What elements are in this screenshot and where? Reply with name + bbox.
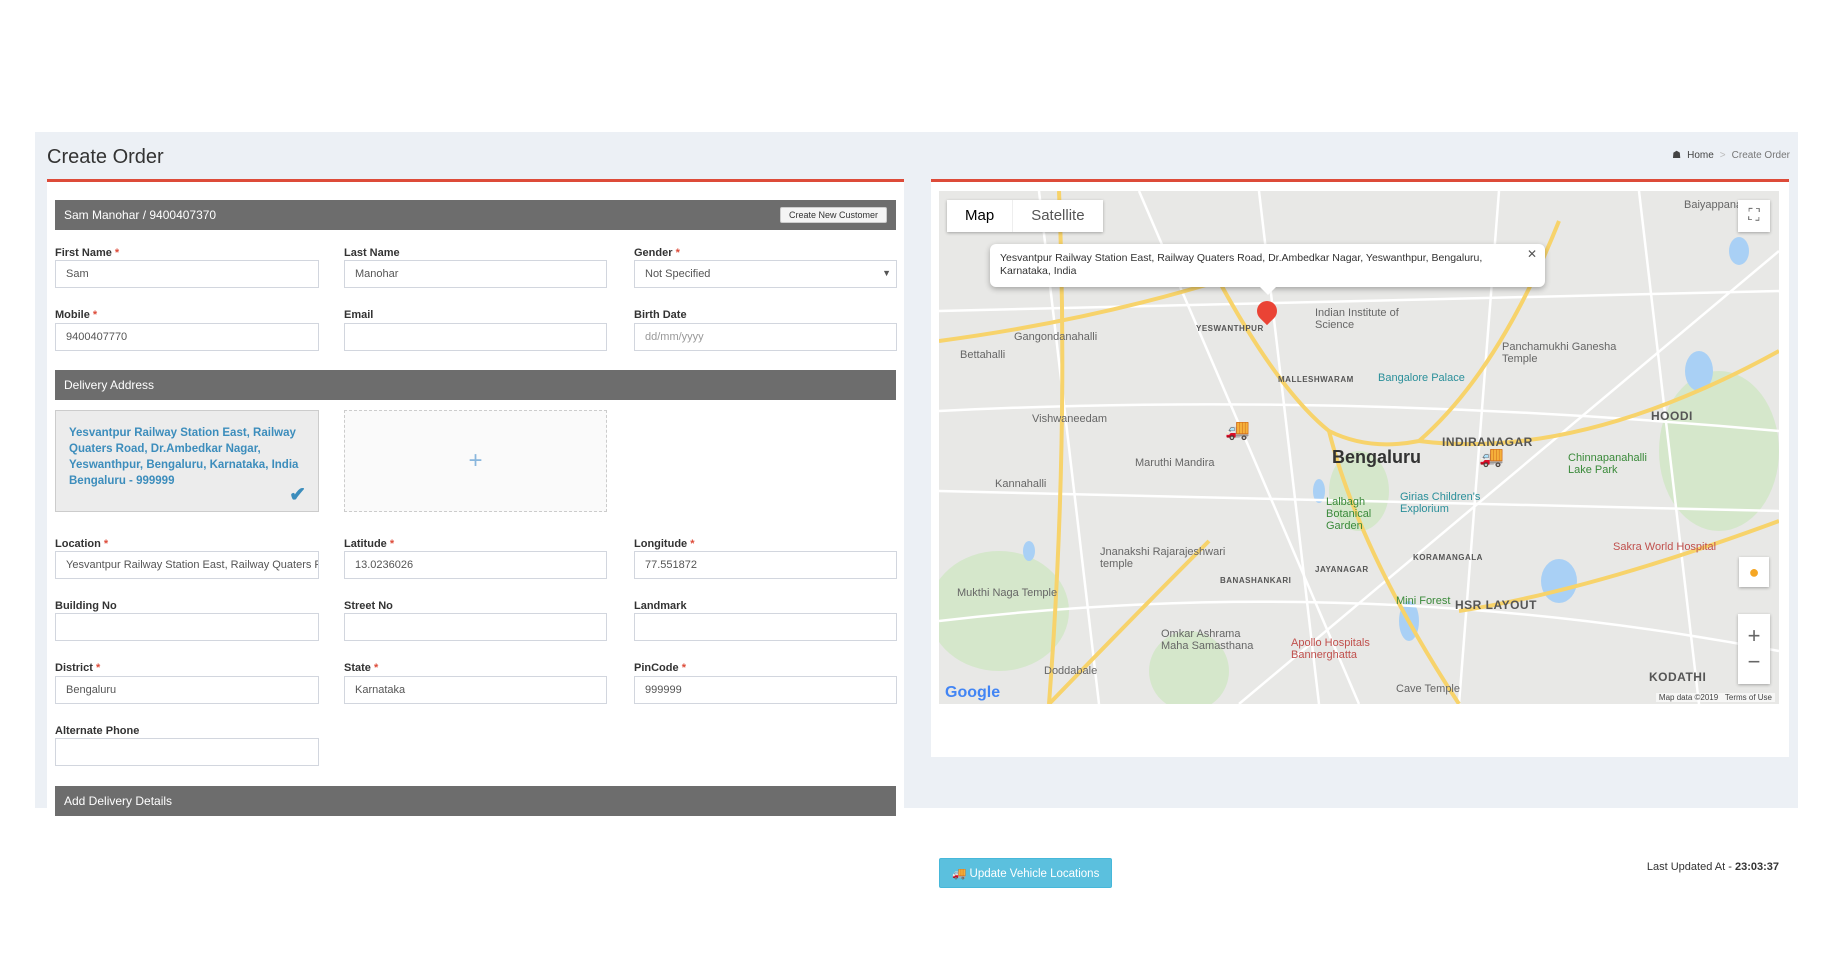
- email-label: Email: [344, 309, 374, 321]
- info-window: Yesvantpur Railway Station East, Railway…: [990, 244, 1545, 295]
- district-label: District *: [55, 662, 101, 674]
- map-card: Baiyappanahalli YESWANTHPUR Indian Insti…: [931, 179, 1789, 888]
- building-no-label: Building No: [55, 600, 117, 612]
- map-label: KODATHI: [1649, 670, 1707, 684]
- map-label: Girias Children's Explorium: [1400, 491, 1481, 515]
- mobile-input[interactable]: 9400407770: [55, 323, 319, 351]
- breadcrumb: ☗ Home > Create Order: [1672, 150, 1790, 161]
- map-attribution: Map data ©2019 Terms of Use: [1655, 693, 1775, 702]
- mobile-label: Mobile *: [55, 309, 98, 321]
- customer-header: Sam Manohar / 9400407370 Create New Cust…: [55, 200, 896, 230]
- birth-date-label: Birth Date: [634, 309, 687, 321]
- breadcrumb-separator: >: [1719, 150, 1726, 161]
- map-label: Bengaluru: [1332, 447, 1422, 467]
- page-title: Create Order: [47, 146, 164, 168]
- info-window-text: Yesvantpur Railway Station East, Railway…: [1000, 252, 1483, 277]
- google-logo: Google: [945, 684, 1001, 701]
- map-label: Mukthi Naga Temple: [957, 587, 1058, 599]
- location-input[interactable]: Yesvantpur Railway Station East, Railway…: [55, 551, 319, 579]
- truck-icon[interactable]: 🚚: [1225, 417, 1250, 442]
- home-icon: ☗: [1672, 150, 1682, 161]
- map-label: KORAMANGALA: [1413, 553, 1483, 562]
- update-vehicle-locations-button[interactable]: 🚚 Update Vehicle Locations: [939, 858, 1113, 888]
- first-name-input[interactable]: Sam: [55, 260, 319, 288]
- zoom-in-icon[interactable]: +: [1748, 623, 1761, 649]
- street-no-input[interactable]: [344, 613, 607, 641]
- map-label: Apollo Hospitals Bannerghatta: [1291, 637, 1370, 661]
- selected-address-card[interactable]: Yesvantpur Railway Station East, Railway…: [55, 410, 319, 512]
- map-label: Lalbagh Botanical Garden: [1326, 496, 1372, 532]
- last-updated: Last Updated At - 23:03:37: [1646, 861, 1779, 873]
- pegman-icon[interactable]: ●: [1739, 557, 1769, 587]
- zoom-out-icon[interactable]: −: [1748, 649, 1761, 675]
- truck-icon[interactable]: 🚚: [1479, 444, 1504, 469]
- map-label: Panchamukhi Ganesha Temple: [1502, 341, 1617, 365]
- chevron-down-icon: ▼: [882, 268, 891, 278]
- truck-icon: 🚚: [952, 868, 967, 880]
- longitude-label: Longitude *: [634, 538, 695, 550]
- checkmark-icon: ✔: [289, 484, 306, 506]
- last-name-label: Last Name: [344, 247, 400, 259]
- map-label: Mini Forest: [1396, 595, 1451, 607]
- delivery-address-header: Delivery Address: [55, 370, 896, 400]
- longitude-input[interactable]: 77.551872: [634, 551, 897, 579]
- state-input[interactable]: Karnataka: [344, 676, 607, 704]
- alternate-phone-label: Alternate Phone: [55, 725, 140, 737]
- pincode-input[interactable]: 999999: [634, 676, 897, 704]
- map-label: Doddabale: [1044, 665, 1098, 677]
- map-label: Gangondanahalli: [1014, 331, 1098, 343]
- map-label: MALLESHWARAM: [1278, 375, 1354, 384]
- map-label: Vishwaneedam: [1032, 413, 1108, 425]
- content-wrapper: Create Order ☗ Home > Create Order Sam M…: [35, 132, 1798, 888]
- map-label: YESWANTHPUR: [1196, 324, 1264, 333]
- terms-link[interactable]: Terms of Use: [1725, 693, 1772, 702]
- state-label: State *: [344, 662, 379, 674]
- last-name-input[interactable]: Manohar: [344, 260, 607, 288]
- map-label: Bangalore Palace: [1378, 372, 1465, 384]
- map-label: Sakra World Hospital: [1613, 541, 1717, 553]
- latitude-label: Latitude *: [344, 538, 395, 550]
- map-label: JAYANAGAR: [1315, 565, 1369, 574]
- map-label: Jnanakshi Rajarajeshwari temple: [1100, 546, 1226, 570]
- pincode-label: PinCode *: [634, 662, 686, 674]
- map-type-control: Map Satellite: [947, 200, 1103, 232]
- map-label: Bettahalli: [960, 349, 1006, 361]
- first-name-label: First Name *: [55, 247, 120, 259]
- location-label: Location *: [55, 538, 109, 550]
- map-label: HOODI: [1651, 409, 1693, 423]
- street-no-label: Street No: [344, 600, 393, 612]
- map-label: BANASHANKARI: [1220, 576, 1292, 585]
- customer-name: Sam Manohar / 9400407370: [64, 208, 217, 222]
- close-icon[interactable]: ✕: [1527, 248, 1537, 261]
- gender-select[interactable]: Not Specified ▼: [634, 260, 897, 288]
- breadcrumb-current: Create Order: [1731, 150, 1790, 161]
- map-label: Cave Temple: [1396, 683, 1460, 695]
- fullscreen-icon[interactable]: ⛶: [1738, 200, 1770, 232]
- map-label: Maruthi Mandira: [1135, 457, 1215, 469]
- zoom-control: + −: [1738, 614, 1770, 684]
- map-view[interactable]: Baiyappanahalli YESWANTHPUR Indian Insti…: [939, 191, 1779, 704]
- order-form-card: Sam Manohar / 9400407370 Create New Cust…: [47, 179, 904, 816]
- birth-date-input[interactable]: dd/mm/yyyy: [634, 323, 897, 351]
- landmark-input[interactable]: [634, 613, 897, 641]
- district-input[interactable]: Bengaluru: [55, 676, 319, 704]
- email-input[interactable]: [344, 323, 607, 351]
- create-new-customer-button[interactable]: Create New Customer: [779, 207, 887, 223]
- map-label: Chinnapanahalli Lake Park: [1568, 452, 1647, 476]
- map-label: Kannahalli: [995, 478, 1047, 490]
- landmark-label: Landmark: [634, 600, 687, 612]
- alternate-phone-input[interactable]: [55, 738, 319, 766]
- map-label: Indian Institute of Science: [1315, 307, 1399, 331]
- tab-satellite[interactable]: Satellite: [1012, 200, 1102, 232]
- building-no-input[interactable]: [55, 613, 319, 641]
- add-address-button[interactable]: +: [344, 410, 607, 512]
- tab-map[interactable]: Map: [947, 200, 1012, 232]
- gender-label: Gender *: [634, 247, 680, 259]
- map-label: HSR LAYOUT: [1455, 598, 1537, 612]
- breadcrumb-home[interactable]: Home: [1687, 150, 1714, 161]
- add-delivery-details-header: Add Delivery Details: [55, 786, 896, 816]
- map-label: Omkar Ashrama Maha Samasthana: [1161, 628, 1254, 652]
- latitude-input[interactable]: 13.0236026: [344, 551, 607, 579]
